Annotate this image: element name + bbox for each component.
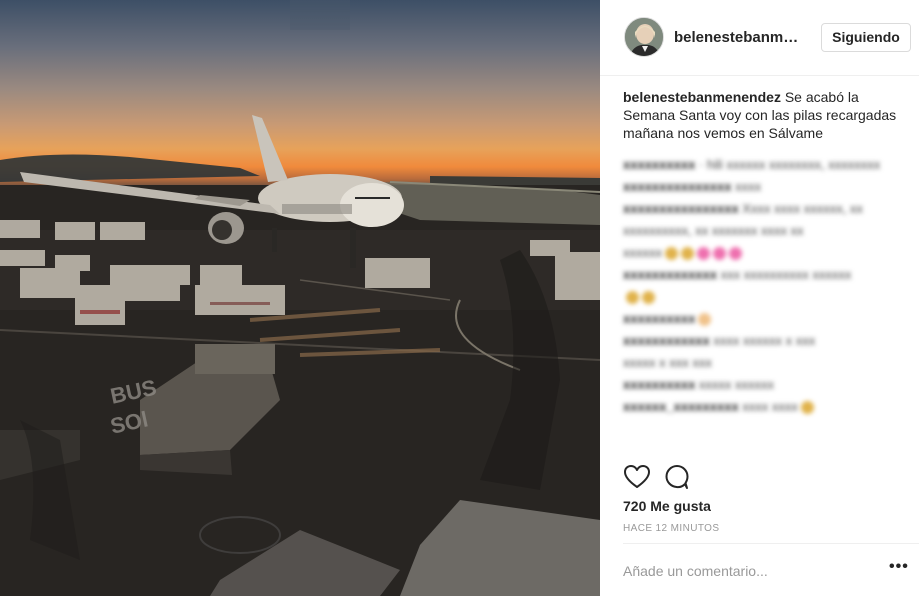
comment-line: xxxxxxxxxx · hili xxxxxx xxxxxxxx, xxxxx… [623,157,881,172]
emoji-icon [698,313,712,327]
emoji-icon [697,247,710,261]
following-button[interactable]: Siguiendo [821,23,911,52]
emoji-icon [681,247,694,261]
emoji-icon [642,291,655,305]
caption: belenestebanmenendez Se acabó la Semana … [623,88,908,142]
comment-line: xxxxxxxxxxxx xxxx xxxxxx x xxx [623,333,816,348]
comment-line: xxxxxxxxxx [623,308,908,330]
comment-line: xxxxxxxxxxxxxxxx Xxxx xxxx xxxxxx, xx [623,201,863,216]
post-photo[interactable]: BUS SOl [0,0,600,596]
emoji-icon [800,401,814,415]
comment-line: xxxxxxxxxxxxx xxx xxxxxxxxxx xxxxxx [623,267,852,282]
comment-icon[interactable] [663,463,691,491]
caption-username[interactable]: belenestebanmenendez [623,89,781,105]
avatar-image [625,18,663,56]
add-comment-input[interactable] [623,559,863,583]
comment-line [623,286,908,308]
comment-line: xxxxxxxxxx xxxxx xxxxxx [623,377,775,392]
emoji-icon [626,291,639,305]
blurred-comments: xxxxxxxxxx · hili xxxxxx xxxxxxxx, xxxxx… [623,154,908,418]
likes-count[interactable]: 720 Me gusta [623,498,711,514]
username[interactable]: belenestebanme... [674,29,804,46]
airport-scene: BUS SOl [0,0,600,596]
comment-line: xxxxxx_xxxxxxxxx xxxx xxxx [623,396,908,418]
comments-section: belenestebanmenendez Se acabó la Semana … [623,88,908,418]
comment-line: xxxxxxxxxx, xx xxxxxxx xxxx xx [623,223,804,238]
post-details-panel: belenestebanme... Siguiendo belenesteban… [600,0,919,596]
post-header: belenestebanme... Siguiendo [600,0,919,76]
avatar[interactable] [624,17,664,57]
divider [623,543,919,544]
comment-line: xxxxxxxxxxxxxxx xxxx [623,179,762,194]
more-options-icon[interactable]: ••• [889,558,909,576]
emoji-icon [665,247,678,261]
emoji-icon [713,247,726,261]
post-time[interactable]: HACE 12 MINUTOS [623,523,719,534]
comment-line: xxxxxx [623,242,908,264]
heart-icon[interactable] [623,463,651,491]
emoji-icon [729,247,742,261]
comment-line: xxxxx x xxx xxx [623,355,712,370]
